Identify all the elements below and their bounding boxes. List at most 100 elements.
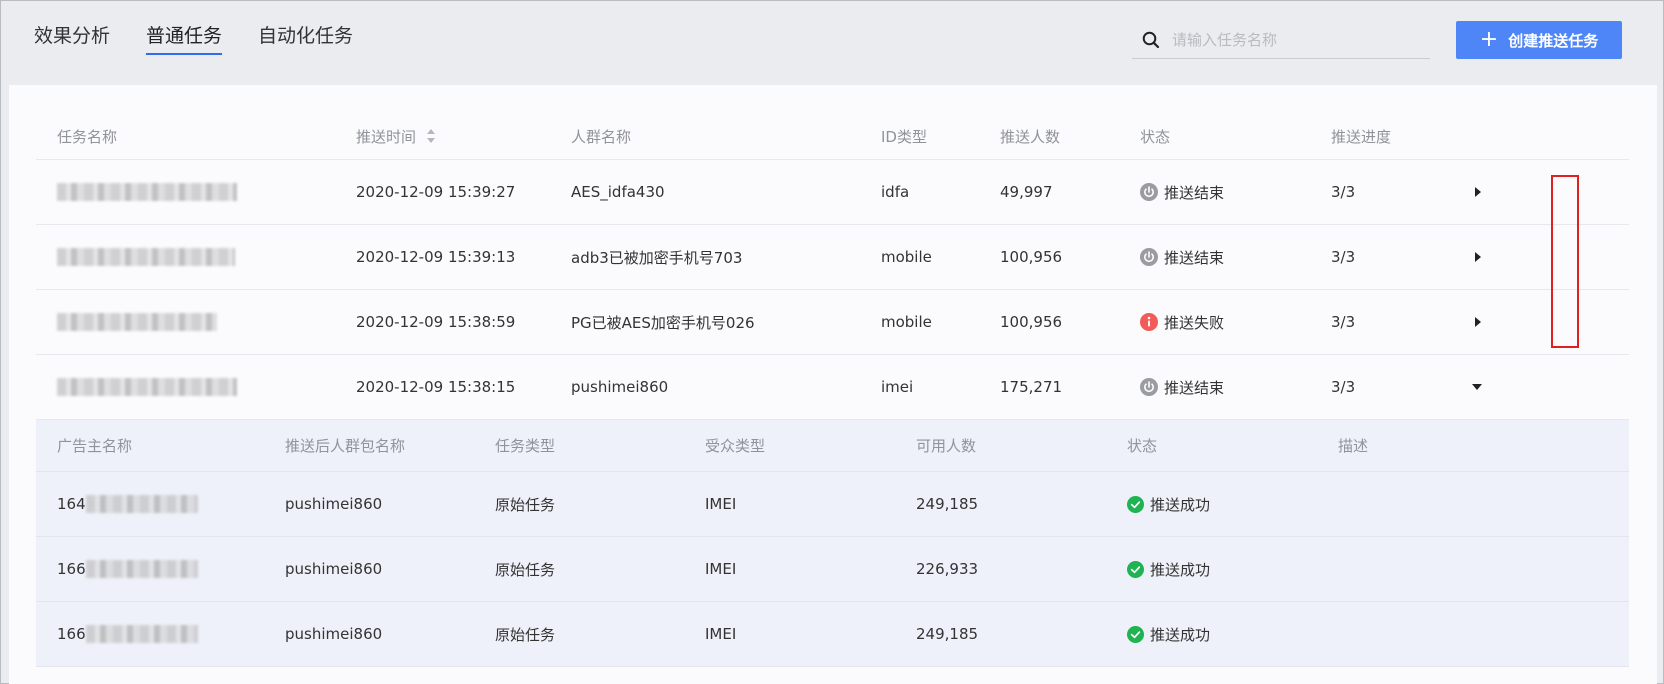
package-name: pushimei860 xyxy=(285,560,383,578)
plus-icon: + xyxy=(1479,27,1499,52)
task-name-redacted xyxy=(57,355,237,419)
audience-name: adb3已被加密手机号703 xyxy=(571,248,743,267)
tab-automation-tasks[interactable]: 自动化任务 xyxy=(258,21,353,48)
app-frame: 效果分析 普通任务 自动化任务 + 创建推送任务 任务名称 推送时间 xyxy=(0,0,1664,684)
id-type: imei xyxy=(881,378,914,396)
table-row: 2020-12-09 15:39:27 AES_idfa430 idfa 49,… xyxy=(36,160,1629,225)
col-task-name: 任务名称 xyxy=(57,127,118,146)
task-name-redacted xyxy=(57,290,217,354)
search-icon xyxy=(1142,31,1160,49)
col-id-type: ID类型 xyxy=(881,127,927,146)
subtable-row: 164 pushimei860 原始任务 IMEI 249,185 推送成功 xyxy=(36,472,1629,537)
advertiser-name: 164 xyxy=(57,472,198,536)
col-progress: 推送进度 xyxy=(1331,127,1392,146)
push-time: 2020-12-09 15:39:13 xyxy=(356,248,516,266)
col-task-type: 任务类型 xyxy=(495,437,556,455)
create-push-task-button[interactable]: + 创建推送任务 xyxy=(1456,21,1622,59)
push-progress: 3/3 xyxy=(1331,183,1356,201)
status-badge: 推送成功 xyxy=(1127,602,1210,666)
col-audience-type: 受众类型 xyxy=(705,437,766,455)
audience-type: IMEI xyxy=(705,495,737,513)
status-badge: 推送成功 xyxy=(1127,537,1210,601)
check-circle-icon xyxy=(1127,495,1144,513)
audience-type: IMEI xyxy=(705,625,737,643)
power-icon xyxy=(1140,248,1158,266)
status-badge: 推送结束 xyxy=(1140,225,1224,289)
top-bar: 效果分析 普通任务 自动化任务 + 创建推送任务 xyxy=(1,1,1663,85)
package-name: pushimei860 xyxy=(285,625,383,643)
col-push-time[interactable]: 推送时间 xyxy=(356,113,436,159)
push-time: 2020-12-09 15:39:27 xyxy=(356,183,516,201)
push-count: 100,956 xyxy=(1000,313,1063,331)
check-circle-icon xyxy=(1127,625,1144,643)
collapse-row-button[interactable] xyxy=(1471,355,1483,419)
subtable-row: 166 pushimei860 原始任务 IMEI 249,185 推送成功 xyxy=(36,602,1629,667)
audience-name: AES_idfa430 xyxy=(571,183,665,201)
task-type: 原始任务 xyxy=(495,625,556,644)
task-panel: 任务名称 推送时间 人群名称 ID类型 推送人数 状态 推送进度 2020-12… xyxy=(9,85,1657,684)
caret-right-icon xyxy=(1475,317,1481,327)
task-type: 原始任务 xyxy=(495,495,556,514)
active-tab-underline xyxy=(146,53,223,55)
audience-name: pushimei860 xyxy=(571,378,669,396)
sort-icon[interactable] xyxy=(426,128,436,144)
task-table: 任务名称 推送时间 人群名称 ID类型 推送人数 状态 推送进度 2020-12… xyxy=(36,113,1629,667)
subtable-row: 166 pushimei860 原始任务 IMEI 226,933 推送成功 xyxy=(36,537,1629,602)
power-icon xyxy=(1140,183,1158,201)
col-package-name: 推送后人群包名称 xyxy=(285,437,406,455)
error-icon xyxy=(1140,313,1158,331)
check-circle-icon xyxy=(1127,560,1144,578)
task-name-redacted xyxy=(57,160,237,224)
advertiser-redacted xyxy=(85,495,198,513)
package-name: pushimei860 xyxy=(285,495,383,513)
advertiser-name: 166 xyxy=(57,537,198,601)
push-progress: 3/3 xyxy=(1331,313,1356,331)
id-type: mobile xyxy=(881,248,932,266)
audience-type: IMEI xyxy=(705,560,737,578)
available-count: 226,933 xyxy=(916,560,979,578)
table-header-row: 任务名称 推送时间 人群名称 ID类型 推送人数 状态 推送进度 xyxy=(36,113,1629,160)
tab-normal-tasks[interactable]: 普通任务 xyxy=(146,21,223,55)
expand-row-button[interactable] xyxy=(1473,290,1483,354)
table-row: 2020-12-09 15:38:59 PG已被AES加密手机号026 mobi… xyxy=(36,290,1629,355)
status-badge: 推送失败 xyxy=(1140,290,1224,354)
push-time: 2020-12-09 15:38:59 xyxy=(356,313,516,331)
push-count: 49,997 xyxy=(1000,183,1053,201)
col-audience-name: 人群名称 xyxy=(571,127,632,146)
caret-right-icon xyxy=(1475,252,1481,262)
status-badge: 推送结束 xyxy=(1140,355,1224,419)
search-box xyxy=(1132,23,1430,59)
push-progress: 3/3 xyxy=(1331,248,1356,266)
advertiser-name: 166 xyxy=(57,602,198,666)
col-status: 状态 xyxy=(1140,127,1171,146)
col-sub-status: 状态 xyxy=(1127,437,1158,455)
task-name-redacted xyxy=(57,225,235,289)
expanded-detail-table: 广告主名称 推送后人群包名称 任务类型 受众类型 可用人数 状态 描述 164 … xyxy=(36,420,1629,667)
push-time: 2020-12-09 15:38:15 xyxy=(356,378,516,396)
power-icon xyxy=(1140,378,1158,396)
tab-effect-analysis[interactable]: 效果分析 xyxy=(34,21,110,48)
expand-row-button[interactable] xyxy=(1473,225,1483,289)
col-push-count: 推送人数 xyxy=(1000,127,1061,146)
col-available-count: 可用人数 xyxy=(916,437,977,455)
table-row: 2020-12-09 15:39:13 adb3已被加密手机号703 mobil… xyxy=(36,225,1629,290)
task-type: 原始任务 xyxy=(495,560,556,579)
col-advertiser-name: 广告主名称 xyxy=(57,437,133,455)
id-type: mobile xyxy=(881,313,932,331)
caret-down-icon xyxy=(1472,384,1482,390)
audience-name: PG已被AES加密手机号026 xyxy=(571,313,755,332)
advertiser-redacted xyxy=(85,625,198,643)
status-badge: 推送成功 xyxy=(1127,472,1210,536)
search-input[interactable] xyxy=(1172,27,1422,53)
id-type: idfa xyxy=(881,183,910,201)
advertiser-redacted xyxy=(85,560,198,578)
available-count: 249,185 xyxy=(916,495,979,513)
col-description: 描述 xyxy=(1338,437,1369,455)
expand-row-button[interactable] xyxy=(1473,160,1483,224)
status-badge: 推送结束 xyxy=(1140,160,1224,224)
subtable-header-row: 广告主名称 推送后人群包名称 任务类型 受众类型 可用人数 状态 描述 xyxy=(36,420,1629,472)
push-count: 175,271 xyxy=(1000,378,1063,396)
table-row: 2020-12-09 15:38:15 pushimei860 imei 175… xyxy=(36,355,1629,420)
available-count: 249,185 xyxy=(916,625,979,643)
caret-right-icon xyxy=(1475,187,1481,197)
